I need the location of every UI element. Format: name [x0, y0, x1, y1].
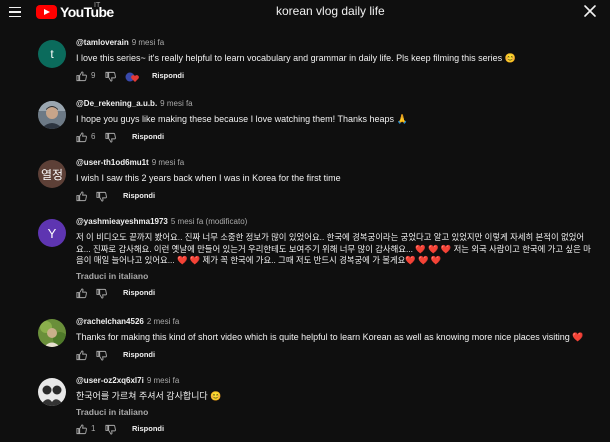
comment-actions: Rispondi	[76, 288, 598, 300]
dislike-icon[interactable]	[105, 71, 116, 82]
comment-item: @user-oz2xq6xl7i 9 mesi fa 한국어를 가르쳐 주셔서 감…	[0, 376, 610, 442]
avatar-photo	[38, 101, 66, 129]
avatar-letter: 열정	[40, 167, 64, 182]
comment-body: @tamloverain 9 mesi fa I love this series…	[76, 38, 598, 83]
reply-button[interactable]: Rispondi	[152, 71, 184, 80]
dislike-icon[interactable]	[96, 191, 107, 202]
avatar[interactable]	[38, 101, 66, 129]
like-count: 1	[91, 423, 96, 433]
comment-time[interactable]: 9 mesi fa	[132, 38, 164, 47]
comment-time[interactable]: 9 mesi fa	[160, 99, 192, 108]
like-icon[interactable]	[76, 349, 87, 361]
comment-item: @De_rekening_a.u.b. 9 mesi fa I hope you …	[0, 99, 610, 151]
like-count: 9	[91, 70, 96, 80]
comment-author[interactable]: @De_rekening_a.u.b.	[76, 99, 157, 108]
comment-item: Y @yashmieayeshma1973 5 mesi fa (modifica…	[0, 217, 610, 312]
comment-header: @De_rekening_a.u.b. 9 mesi fa	[76, 99, 598, 110]
youtube-play-icon	[36, 5, 57, 19]
comment-header: @user-oz2xq6xl7i 9 mesi fa	[76, 376, 598, 387]
avatar-photo	[38, 378, 66, 406]
avatar[interactable]	[38, 378, 66, 406]
search-bar	[267, 0, 610, 22]
comment-body: @user-oz2xq6xl7i 9 mesi fa 한국어를 가르쳐 주셔서 감…	[76, 376, 598, 436]
like-icon[interactable]	[76, 131, 87, 143]
avatar[interactable]	[38, 319, 66, 347]
comment-actions: 9 Rispondi	[76, 71, 598, 83]
comment-item: @rachelchan4526 2 mesi fa Thanks for maki…	[0, 317, 610, 369]
youtube-logo[interactable]: YouTube	[36, 4, 114, 20]
reply-button[interactable]: Rispondi	[123, 288, 155, 297]
avatar-letter: Y	[47, 225, 57, 241]
country-code: IT	[94, 2, 101, 9]
comment-item: t @tamloverain 9 mesi fa I love this seri…	[0, 38, 610, 93]
avatar-letter: t	[50, 47, 54, 61]
comment-time[interactable]: 5 mesi fa (modificato)	[171, 217, 247, 226]
comment-header: @tamloverain 9 mesi fa	[76, 38, 598, 49]
avatar[interactable]: t	[38, 40, 66, 68]
comment-item: 열정 @user-th1od6mu1t 9 mesi fa I wish I sa…	[0, 158, 610, 210]
dislike-icon[interactable]	[105, 424, 116, 435]
top-bar: YouTube IT	[0, 0, 610, 24]
comment-header: @yashmieayeshma1973 5 mesi fa (modificato…	[76, 217, 598, 228]
avatar[interactable]: 열정	[38, 160, 66, 188]
comment-actions: 6 Rispondi	[76, 132, 598, 144]
reply-button[interactable]: Rispondi	[123, 191, 155, 200]
translate-link[interactable]: Traduci in italiano	[76, 271, 598, 282]
dislike-icon[interactable]	[96, 350, 107, 361]
search-input[interactable]	[276, 3, 566, 19]
comment-body: @user-th1od6mu1t 9 mesi fa I wish I saw t…	[76, 158, 598, 203]
dislike-icon[interactable]	[105, 132, 116, 143]
creator-heart-icon	[125, 72, 139, 82]
comment-time[interactable]: 9 mesi fa	[147, 376, 179, 385]
like-icon[interactable]	[76, 190, 87, 202]
comment-author[interactable]: @user-oz2xq6xl7i	[76, 376, 144, 385]
comment-author[interactable]: @tamloverain	[76, 38, 129, 47]
like-icon[interactable]	[76, 287, 87, 299]
reply-button[interactable]: Rispondi	[123, 350, 155, 359]
comment-text: 저 이 비디오도 끝까지 봤어요.. 진짜 너무 소중한 정보가 많이 있었어요…	[76, 232, 591, 265]
comment-author[interactable]: @user-th1od6mu1t	[76, 158, 149, 167]
reply-button[interactable]: Rispondi	[132, 424, 164, 433]
comment-header: @rachelchan4526 2 mesi fa	[76, 317, 598, 328]
comment-actions: Rispondi	[76, 191, 598, 203]
comment-body: @rachelchan4526 2 mesi fa Thanks for maki…	[76, 317, 598, 362]
comment-actions: Rispondi	[76, 350, 598, 362]
avatar[interactable]: Y	[38, 219, 66, 247]
comment-text: I hope you guys like making these becaus…	[76, 114, 408, 124]
comment-text: I love this series~ it's really helpful …	[76, 53, 516, 63]
like-icon[interactable]	[76, 423, 87, 435]
comment-body: @yashmieayeshma1973 5 mesi fa (modificato…	[76, 217, 598, 300]
close-icon[interactable]	[582, 3, 598, 19]
dislike-icon[interactable]	[96, 288, 107, 299]
logo-text: YouTube	[60, 4, 114, 20]
avatar-photo	[38, 319, 66, 347]
reply-button[interactable]: Rispondi	[132, 132, 164, 141]
comment-text: I wish I saw this 2 years back when I wa…	[76, 173, 341, 183]
menu-icon[interactable]	[6, 3, 24, 21]
comment-body: @De_rekening_a.u.b. 9 mesi fa I hope you …	[76, 99, 598, 144]
comment-author[interactable]: @yashmieayeshma1973	[76, 217, 168, 226]
like-icon[interactable]	[76, 70, 87, 82]
comment-header: @user-th1od6mu1t 9 mesi fa	[76, 158, 598, 169]
comment-actions: 1 Rispondi	[76, 424, 598, 436]
comment-text: 한국어를 가르쳐 주셔서 감사합니다 😊	[76, 391, 222, 401]
translate-link[interactable]: Traduci in italiano	[76, 407, 598, 418]
comment-time[interactable]: 2 mesi fa	[147, 317, 179, 326]
comment-text: Thanks for making this kind of short vid…	[76, 332, 584, 342]
comment-author[interactable]: @rachelchan4526	[76, 317, 144, 326]
comment-time[interactable]: 9 mesi fa	[152, 158, 184, 167]
like-count: 6	[91, 131, 96, 141]
